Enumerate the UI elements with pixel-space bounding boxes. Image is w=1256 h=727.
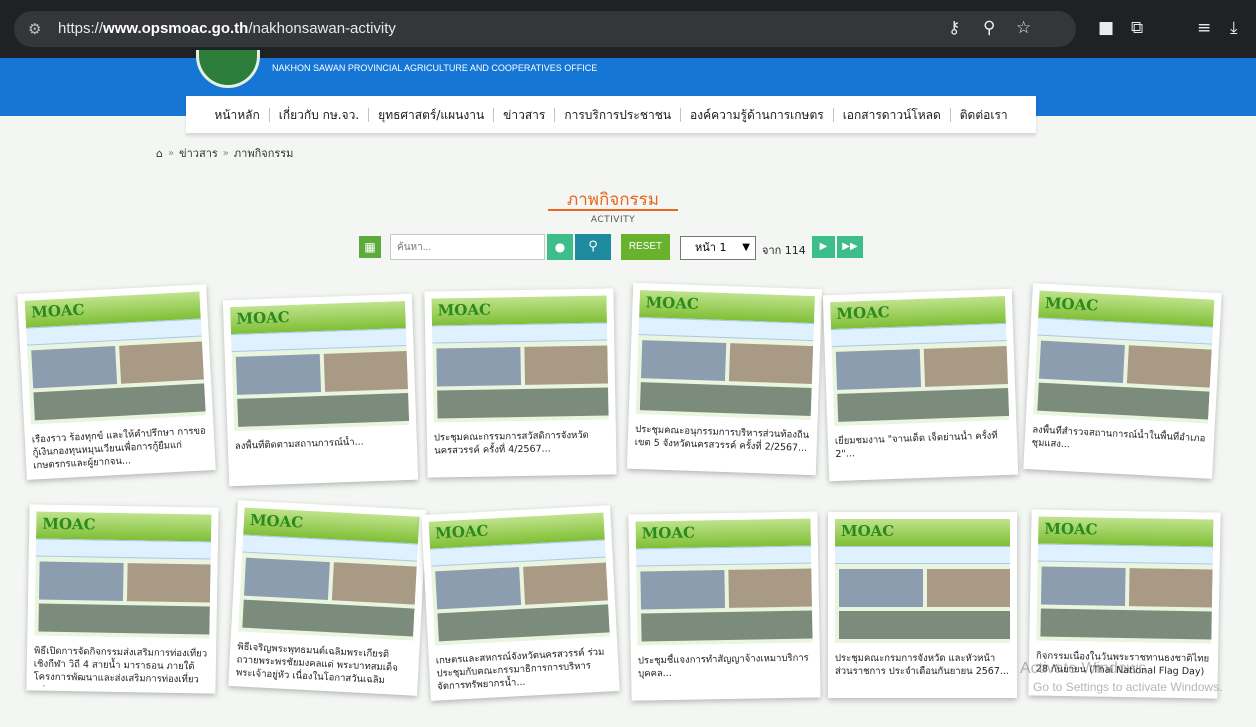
page-select[interactable]: หน้า 1 ▼ <box>680 236 756 260</box>
page-total: จาก 114 <box>762 244 806 257</box>
chevron-down-icon: ▼ <box>742 242 750 253</box>
activity-card[interactable]: MOAC ลงพื้นที่ติดตามสถานการณ์น้ำ... <box>222 293 419 487</box>
moac-logo-icon: MOAC <box>42 514 96 534</box>
reset-button[interactable]: RESET <box>621 234 670 260</box>
moac-logo-icon: MOAC <box>249 510 304 532</box>
activity-card[interactable]: MOAC เรืองราว ร้องทุกข์ และให้คำปรึกษา ก… <box>17 284 216 480</box>
nav-item-contact[interactable]: ติดต่อเรา <box>951 108 1017 122</box>
activity-caption[interactable]: ประชุมชี้แจงการทำสัญญาจ้างเหมาบริการบุคค… <box>638 651 814 696</box>
activity-poster: MOAC <box>635 289 815 421</box>
moac-logo-icon: MOAC <box>236 308 290 328</box>
nav-item-news[interactable]: ข่าวสาร <box>494 107 556 122</box>
calendar-icon[interactable]: ▦ <box>359 236 381 258</box>
extension-icon[interactable]: ■ <box>1098 18 1114 38</box>
star-icon[interactable]: ☆ <box>1016 18 1031 38</box>
url-domain: www.opsmoac.go.th <box>103 20 249 37</box>
moac-logo-icon: MOAC <box>1044 293 1099 315</box>
tune-icon[interactable]: ⚙ <box>28 20 41 38</box>
url-path: /nakhonsawan-activity <box>248 20 396 37</box>
activity-poster: MOAC <box>1036 516 1214 644</box>
breadcrumb: ⌂ » ข่าวสาร » ภาพกิจกรรม <box>156 144 293 162</box>
breadcrumb-separator: » <box>222 147 229 159</box>
activation-watermark-subtitle: Go to Settings to activate Windows. <box>1033 680 1223 694</box>
activity-caption[interactable]: ลงพื้นที่สำรวจสถานการณ์น้ำในพื้นที่อำเภอ… <box>1030 423 1207 474</box>
nav-item-knowledge[interactable]: องค์ความรู้ด้านการเกษตร <box>681 107 834 122</box>
moac-logo-icon: MOAC <box>641 523 696 543</box>
activity-caption[interactable]: พิธีเจริญพระพุทธมนต์เฉลิมพระเกียรติ ถวาย… <box>235 640 412 691</box>
nav-item-downloads[interactable]: เอกสารดาวน์โหลด <box>834 107 951 122</box>
search-button[interactable]: ⚲ <box>575 234 611 260</box>
activity-caption[interactable]: ประชุมคณะกรรมการสวัสดิการจังหวัดนครสวรรค… <box>434 428 610 473</box>
activity-caption[interactable]: เกษตรและสหกรณ์จังหวัดนครสวรรค์ ร่วมประชุ… <box>436 645 613 696</box>
activity-card[interactable]: MOAC ประชุมชี้แจงการทำสัญญาจ้างเหมาบริกา… <box>628 511 821 701</box>
page-select-value: หน้า 1 <box>695 241 727 254</box>
moac-logo-icon: MOAC <box>434 521 489 543</box>
activity-poster: MOAC <box>24 291 206 425</box>
moac-logo-icon: MOAC <box>645 293 700 314</box>
activity-caption[interactable]: ประชุมคณะกรมการจังหวัด และหัวหน้าส่วนราช… <box>835 652 1010 694</box>
moac-logo-icon: MOAC <box>30 300 85 322</box>
moac-logo-icon: MOAC <box>836 303 890 323</box>
breadcrumb-separator: » <box>167 147 175 159</box>
activity-caption[interactable]: ประชุมคณะอนุกรรมการบริหารส่วนท้องถิ่นเขต… <box>634 423 810 471</box>
activity-caption[interactable]: เยี่ยมชมงาน "จานเด็ด เจ็ดย่านน้ำ ครั้งที… <box>835 429 1011 477</box>
nav-item-strategy[interactable]: ยุทธศาสตร์/แผนงาน <box>369 107 495 122</box>
nav-item-services[interactable]: การบริการประชาชน <box>555 107 682 122</box>
activity-poster: MOAC <box>428 512 610 646</box>
home-icon[interactable]: ⌂ <box>156 147 163 160</box>
office-name: NAKHON SAWAN PROVINCIAL AGRICULTURE AND … <box>272 63 598 73</box>
search-input[interactable] <box>390 234 545 260</box>
url-text[interactable]: https://www.opsmoac.go.th/nakhonsawan-ac… <box>58 20 396 37</box>
activity-card[interactable]: MOAC ประชุมคณะกรรมการสวัสดิการจังหวัดนคร… <box>424 288 617 478</box>
reading-list-icon[interactable]: ≡ <box>1197 18 1211 38</box>
activity-caption[interactable]: ลงพื้นที่ติดตามสถานการณ์น้ำ... <box>235 434 411 482</box>
activity-poster: MOAC <box>230 300 410 432</box>
breadcrumb-current: ภาพกิจกรรม <box>233 147 294 160</box>
search-icon: ⚲ <box>588 239 598 254</box>
activity-poster: MOAC <box>238 507 420 641</box>
moac-logo-icon: MOAC <box>841 522 895 540</box>
activity-caption[interactable]: พิธีเปิดการจัดกิจกรรมส่งเสริมการท่องเที่… <box>33 644 209 689</box>
page-subtitle: ACTIVITY <box>590 215 636 225</box>
activity-poster: MOAC <box>34 511 212 639</box>
activity-card[interactable]: MOAC เกษตรและสหกรณ์จังหวัดนครสวรรค์ ร่วม… <box>421 505 620 701</box>
activity-poster: MOAC <box>1033 290 1215 424</box>
activity-card[interactable]: MOAC เยี่ยมชมงาน "จานเด็ด เจ็ดย่านน้ำ คร… <box>822 288 1019 482</box>
activity-poster: MOAC <box>431 295 609 423</box>
microphone-icon[interactable]: ● <box>547 234 573 260</box>
activity-card[interactable]: MOAC ประชุมคณะอนุกรรมการบริหารส่วนท้องถิ… <box>626 282 823 476</box>
activity-caption[interactable]: เรืองราว ร้องทุกข์ และให้คำปรึกษา การขอก… <box>32 424 209 475</box>
last-page-button[interactable]: ▶▶ <box>837 236 863 258</box>
activity-poster: MOAC <box>635 518 813 646</box>
puzzle-icon[interactable]: ⧉ <box>1131 18 1143 38</box>
activity-card[interactable]: MOAC พิธีเปิดการจัดกิจกรรมส่งเสริมการท่อ… <box>26 504 219 694</box>
browser-toolbar: ⚙ https://www.opsmoac.go.th/nakhonsawan-… <box>0 0 1256 58</box>
title-underline <box>548 209 678 211</box>
activity-poster: MOAC <box>835 519 1010 643</box>
key-icon[interactable]: ⚷ <box>948 18 960 38</box>
download-icon[interactable]: ⤓ <box>1230 18 1238 38</box>
nav-item-home[interactable]: หน้าหลัก <box>205 107 270 122</box>
activity-poster: MOAC <box>830 295 1010 427</box>
moac-logo-icon: MOAC <box>437 300 492 320</box>
url-protocol: https:// <box>58 20 104 37</box>
moac-logo-icon: MOAC <box>1044 519 1098 539</box>
breadcrumb-news[interactable]: ข่าวสาร <box>179 144 218 162</box>
zoom-icon[interactable]: ⚲ <box>983 18 995 38</box>
next-page-button[interactable]: ▶ <box>812 236 835 258</box>
activity-card[interactable]: MOAC ลงพื้นที่สำรวจสถานการณ์น้ำในพื้นที่… <box>1023 283 1222 479</box>
nav-item-about[interactable]: เกี่ยวกับ กษ.จว. <box>270 107 370 122</box>
main-nav: หน้าหลัก เกี่ยวกับ กษ.จว. ยุทธศาสตร์/แผน… <box>186 96 1036 134</box>
activity-card[interactable]: MOAC พิธีเจริญพระพุทธมนต์เฉลิมพระเกียรติ… <box>228 500 427 696</box>
activity-card[interactable]: MOAC ประชุมคณะกรมการจังหวัด และหัวหน้าส่… <box>828 512 1017 698</box>
activation-watermark-title: Activate Windows <box>1020 660 1147 677</box>
